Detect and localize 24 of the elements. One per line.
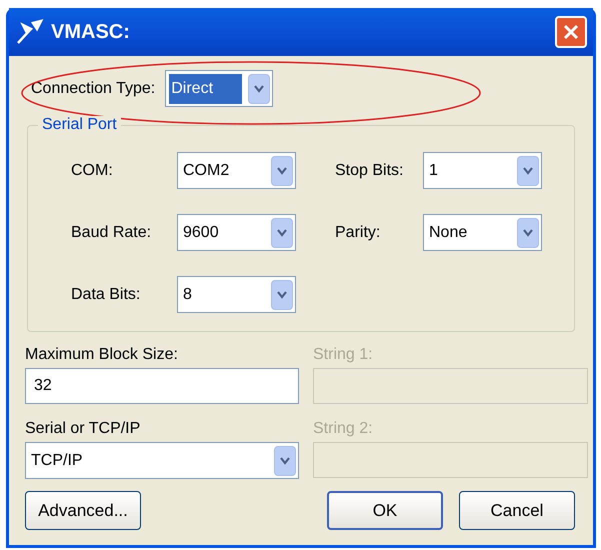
dropdown[interactable]: 1 (423, 152, 542, 189)
dropdown[interactable]: 9600 (177, 214, 296, 251)
close-button[interactable] (555, 16, 587, 48)
window-title: VMASC: (51, 20, 131, 45)
field-label: Data Bits: (71, 284, 142, 304)
field-label: Serial or TCP/IP (25, 419, 142, 439)
field-label: Stop Bits: (335, 160, 404, 180)
field-label: Baud Rate: (71, 222, 152, 242)
field-label: String 1: (313, 345, 374, 365)
dropdown[interactable]: 8 (177, 276, 296, 313)
close-icon (563, 24, 579, 40)
dialog-button[interactable]: OK (326, 491, 443, 530)
input-field[interactable]: 32 (25, 368, 299, 404)
field-label: Parity: (335, 222, 382, 242)
field-label: Maximum Block Size: (25, 345, 179, 365)
dropdown[interactable]: TCP/IP (25, 442, 299, 479)
dropdown[interactable]: COM2 (177, 152, 296, 189)
field-label: Connection Type: (31, 78, 156, 98)
dropdown[interactable]: None (423, 214, 542, 251)
dropdown[interactable]: Direct (165, 70, 274, 107)
field-label: COM: (71, 160, 114, 180)
dialog-button[interactable]: Advanced... (25, 491, 141, 530)
field-label: String 2: (313, 419, 374, 439)
dialog-button[interactable]: Cancel (459, 491, 575, 530)
